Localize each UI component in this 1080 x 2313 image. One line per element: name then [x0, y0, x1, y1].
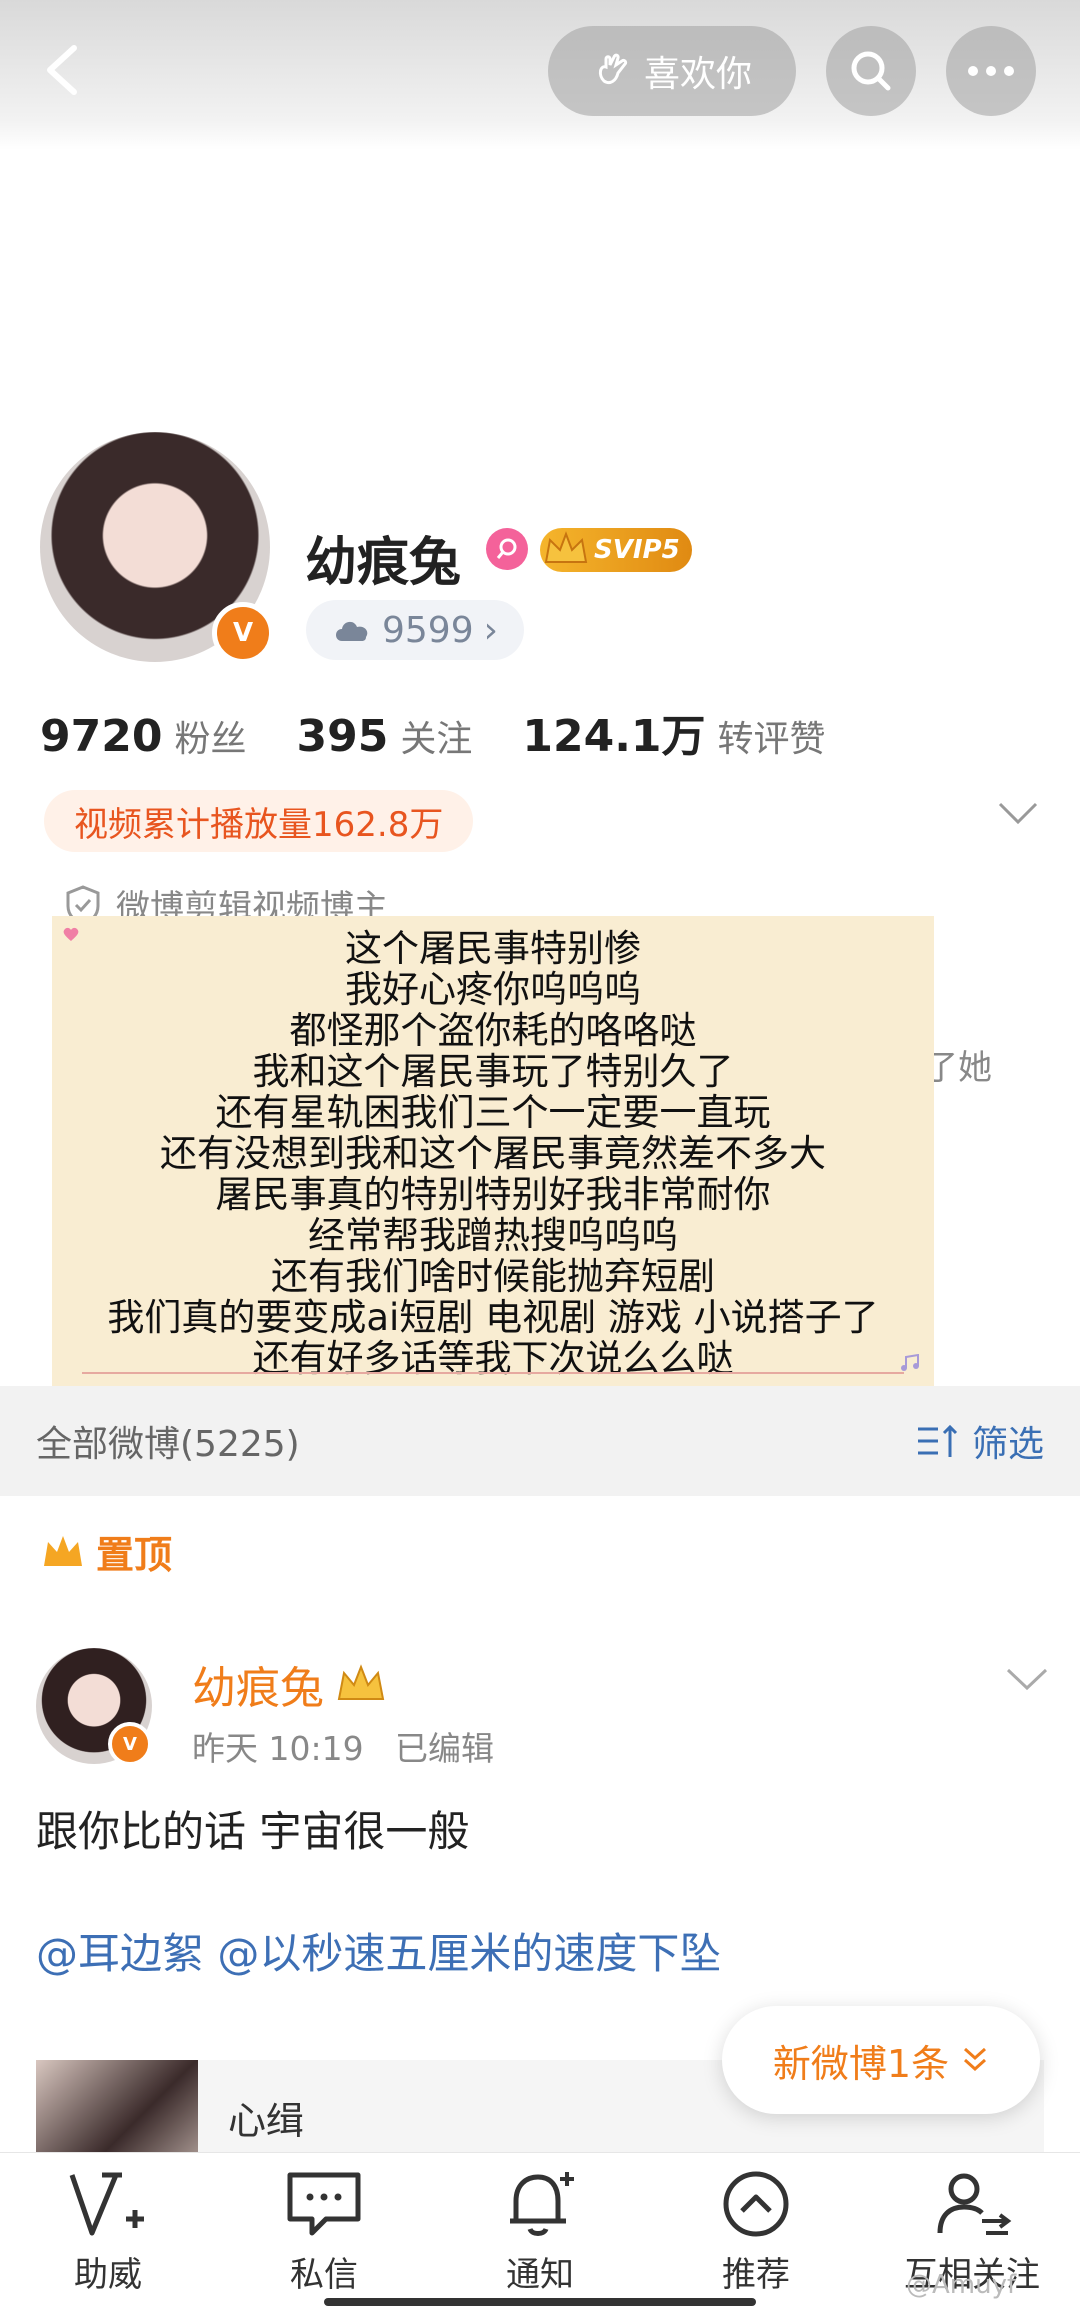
filter-button[interactable]: 筛选: [916, 1415, 1044, 1467]
post-options-button[interactable]: [1004, 1666, 1050, 1696]
verified-mark: V: [232, 618, 254, 648]
like-you-button[interactable]: 喜欢你: [548, 26, 796, 116]
member-symbol-icon: [496, 538, 517, 559]
note-line: 我们真的要变成ai短剧 电视剧 游戏 小说搭子了: [107, 1296, 879, 1339]
note-line: 我和这个屠民事玩了特别久了: [252, 1050, 734, 1093]
hand-wave-icon: [598, 53, 628, 85]
top-bar: [0, 0, 1080, 150]
level-chip[interactable]: 9599 ›: [306, 600, 525, 660]
note-line: 这个屠民事特别惨: [345, 927, 641, 970]
following-count[interactable]: 395: [296, 711, 388, 762]
recommend-icon: [723, 2171, 789, 2237]
more-button[interactable]: [946, 26, 1036, 116]
expand-profile-button[interactable]: [996, 800, 1040, 830]
nav-messages-label: 私信: [290, 2255, 358, 2295]
verified-mark: V: [123, 1733, 137, 1755]
chevron-down-icon: [998, 802, 1038, 825]
all-posts-title[interactable]: 全部微博(5225): [36, 1415, 300, 1467]
fans-count[interactable]: 9720: [40, 711, 162, 762]
note-line: 我好心疼你呜呜呜: [345, 968, 641, 1011]
cloud-icon: [336, 621, 368, 641]
post-author-label: 幼痕兔: [192, 1663, 324, 1714]
home-indicator[interactable]: [324, 2298, 756, 2306]
watermark: @Amuyf: [906, 2270, 1017, 2300]
note-overlay: 这个屠民事特别惨 我好心疼你呜呜呜 都怪那个盗你耗的咯咯哒 我和这个屠民事玩了特…: [52, 916, 934, 1394]
pinned-text: 置顶: [96, 1533, 173, 1577]
profile-stats: 9720 粉丝 395 关注 124.1万 转评赞: [40, 700, 876, 764]
video-plays-badge[interactable]: 视频累计播放量162.8万: [44, 790, 474, 852]
note-line: 都怪那个盗你耗的咯咯哒: [289, 1009, 697, 1052]
level-value: 9599: [382, 609, 474, 651]
fans-label: 粉丝: [174, 719, 247, 760]
pinned-label: 置顶: [40, 1524, 172, 1579]
search-icon: [851, 51, 891, 91]
bell-icon: [510, 2172, 574, 2236]
chevron-right-icon: ›: [483, 609, 499, 651]
note-line: 经常帮我蹭热搜呜呜呜: [308, 1214, 678, 1257]
filter-icon: [917, 1424, 958, 1457]
svip-label: SVIP5: [594, 535, 680, 565]
member-icon[interactable]: [486, 528, 528, 570]
verified-badge: V: [212, 602, 274, 664]
search-button[interactable]: [826, 26, 916, 116]
quoted-card-name: 心缉: [228, 2099, 305, 2143]
filter-label: 筛选: [971, 1424, 1044, 1465]
mutual-follow-icon: [937, 2173, 1012, 2235]
post-mentions[interactable]: @耳边絮 @以秒速五厘米的速度下坠: [36, 1920, 721, 1981]
back-arrow-icon: [47, 45, 77, 95]
note-line: 还有没想到我和这个屠民事竟然差不多大: [160, 1132, 826, 1175]
nav-notifications-label: 通知: [506, 2255, 574, 2295]
nav-notifications[interactable]: 通知: [432, 2153, 648, 2313]
post-meta: 昨天 10:19 已编辑: [192, 1729, 495, 1768]
back-button[interactable]: [36, 40, 96, 100]
post-text: 跟你比的话 宇宙很一般: [36, 1807, 470, 1856]
nav-recommend-label: 推荐: [722, 2255, 790, 2295]
like-you-label: 喜欢你: [643, 54, 752, 95]
partial-bio-text: 了她: [924, 1048, 992, 1088]
new-posts-label: 新微博1条: [772, 2041, 950, 2086]
vip-crown-icon: [337, 1664, 385, 1700]
interactions-count[interactable]: 124.1万: [522, 700, 705, 764]
chevron-down-icon: [1006, 1668, 1048, 1691]
nav-recommend[interactable]: 推荐: [648, 2153, 864, 2313]
profile-name: 幼痕兔: [305, 533, 462, 593]
cheer-icon: [69, 2172, 144, 2236]
posts-section-bar: 全部微博(5225) 筛选: [0, 1386, 1080, 1496]
post-verified-badge: V: [108, 1722, 152, 1766]
crown-icon: [544, 531, 588, 563]
note-line: 还有我们啥时候能抛弃短剧: [271, 1255, 715, 1298]
crown-icon: [44, 1535, 82, 1566]
double-chevron-down-icon: [964, 2047, 987, 2072]
note-divider: [82, 1372, 904, 1374]
new-posts-button[interactable]: 新微博1条: [722, 2006, 1040, 2114]
post-author-name[interactable]: 幼痕兔: [192, 1652, 388, 1716]
nav-messages[interactable]: 私信: [216, 2153, 432, 2313]
more-icon: [968, 66, 1014, 76]
music-note-icon: [901, 1354, 919, 1371]
svip-badge[interactable]: SVIP5: [540, 528, 692, 572]
following-label: 关注: [400, 719, 473, 760]
note-line: 屠民事真的特别特别好我非常耐你: [215, 1173, 771, 1216]
note-lines: 这个屠民事特别惨 我好心疼你呜呜呜 都怪那个盗你耗的咯咯哒 我和这个屠民事玩了特…: [52, 916, 934, 1379]
nav-cheer[interactable]: 助威: [0, 2153, 216, 2313]
nav-cheer-label: 助威: [74, 2255, 142, 2295]
note-line: 还有星轨困我们三个一定要一直玩: [215, 1091, 771, 1134]
message-icon: [287, 2172, 361, 2236]
interactions-label: 转评赞: [717, 719, 826, 760]
